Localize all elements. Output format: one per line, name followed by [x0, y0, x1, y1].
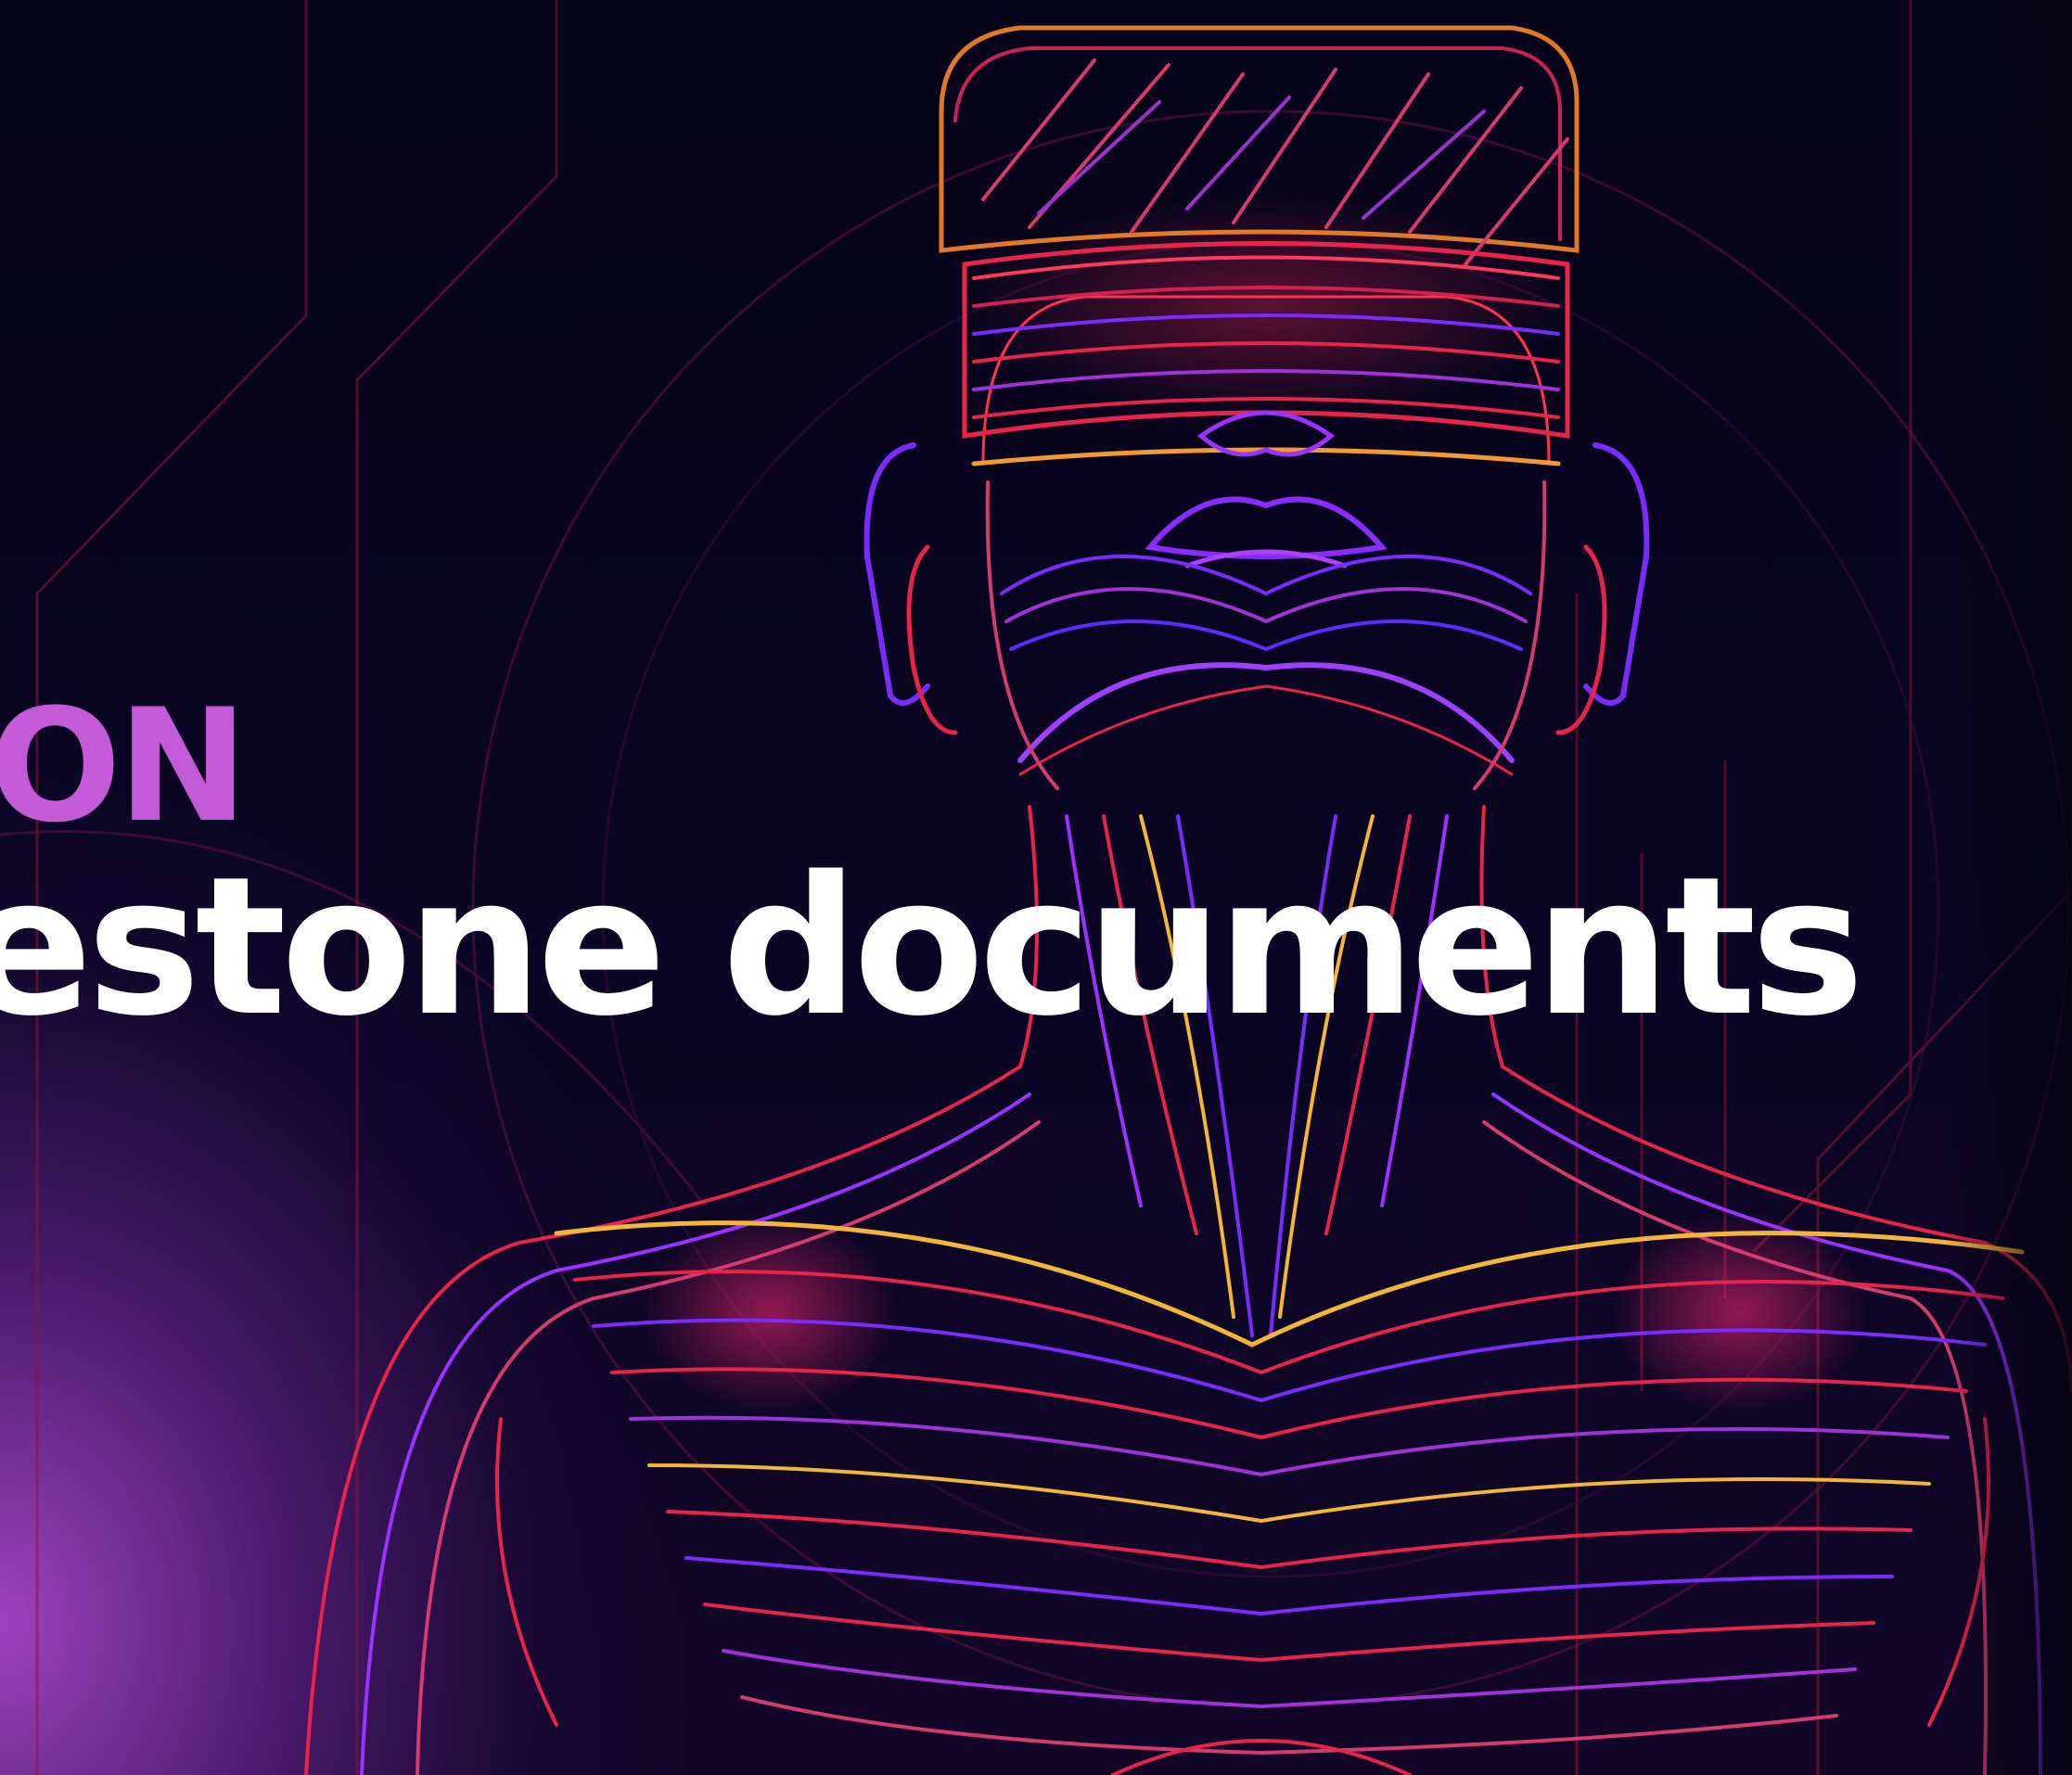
right-edge-vignette	[1942, 0, 2072, 1775]
visor-glow	[969, 195, 1563, 417]
hero-banner: ON estone documents	[0, 0, 2072, 1775]
torso	[304, 1065, 2072, 1775]
banner-headline: estone documents	[0, 836, 1864, 1058]
right-shoulder-glow	[1609, 1210, 1869, 1414]
accent-heading: ON	[0, 675, 248, 857]
left-shoulder-glow	[640, 1210, 900, 1414]
face	[985, 410, 1547, 790]
